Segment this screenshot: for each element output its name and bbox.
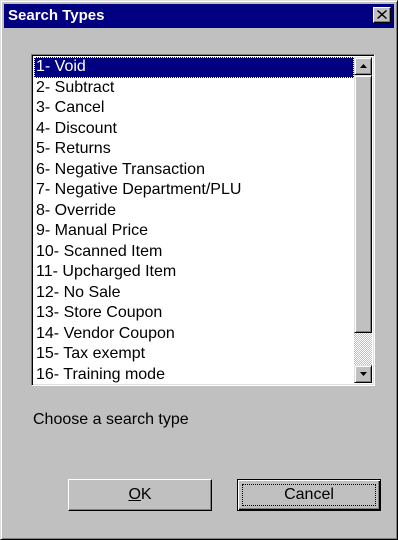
list-item[interactable]: 4- Discount [34, 119, 354, 140]
list-item[interactable]: 7- Negative Department/PLU [34, 180, 354, 201]
vertical-scrollbar[interactable] [354, 57, 372, 383]
list-item[interactable]: 5- Returns [34, 139, 354, 160]
list-item[interactable]: 16- Training mode [34, 365, 354, 386]
list-item[interactable]: 3- Cancel [34, 98, 354, 119]
list-item[interactable]: 13- Store Coupon [34, 303, 354, 324]
ok-button[interactable]: OK [68, 479, 212, 511]
list-item[interactable]: 2- Subtract [34, 78, 354, 99]
list-item[interactable]: 11- Upcharged Item [34, 262, 354, 283]
prompt-label: Choose a search type [33, 411, 189, 428]
ok-accelerator: O [128, 486, 141, 503]
scroll-up-button[interactable] [354, 57, 372, 75]
cancel-focus-rect: Cancel [242, 484, 376, 506]
list-item[interactable]: 9- Manual Price [34, 221, 354, 242]
list-item[interactable]: 6- Negative Transaction [34, 160, 354, 181]
search-type-items: 1- Void 2- Subtract 3- Cancel 4- Discount 5-… [34, 57, 354, 385]
triangle-down-icon [360, 372, 367, 376]
close-icon [377, 10, 387, 19]
search-type-listbox[interactable]: 1- Void 2- Subtract 3- Cancel 4- Discount 5-… [31, 54, 375, 386]
title-bar[interactable]: Search Types [4, 4, 394, 28]
scroll-track[interactable] [354, 75, 372, 365]
list-item[interactable]: 1- Void [34, 57, 354, 78]
list-item[interactable]: 15- Tax exempt [34, 344, 354, 365]
ok-label-rest: K [140, 486, 152, 503]
triangle-up-icon [360, 64, 367, 68]
dialog-title: Search Types [8, 7, 105, 24]
cancel-label: Cancel [284, 486, 334, 503]
list-item[interactable]: 8- Override [34, 201, 354, 222]
scroll-thumb[interactable] [354, 75, 372, 333]
search-types-dialog: Search Types 1- Void 2- Subtract 3- Cancel… [0, 0, 398, 540]
list-item[interactable]: 14- Vendor Coupon [34, 324, 354, 345]
list-item[interactable]: 12- No Sale [34, 283, 354, 304]
close-button[interactable] [373, 7, 391, 23]
list-item[interactable]: 10- Scanned Item [34, 242, 354, 263]
scroll-down-button[interactable] [354, 365, 372, 383]
cancel-button[interactable]: Cancel [237, 479, 381, 511]
